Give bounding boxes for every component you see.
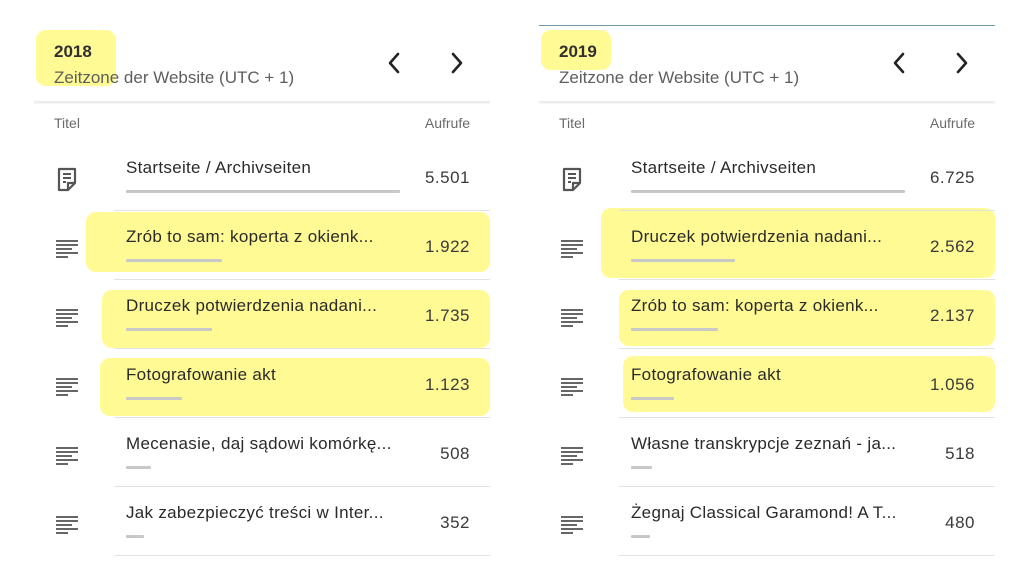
item-title: Jak zabezpieczyć treści w Inter... [126, 503, 384, 522]
item-title: Fotografowanie akt [126, 365, 276, 384]
year-label: 2018 [54, 42, 92, 61]
post-icon [559, 235, 585, 261]
chevron-right-icon [451, 52, 463, 74]
column-header-title: Titel [559, 115, 585, 131]
list-item[interactable]: Startseite / Archivseiten 5.501 [34, 142, 490, 211]
page-icon [54, 166, 80, 192]
list-item[interactable]: Zrób to sam: koperta z okienk... 2.137 [539, 280, 995, 349]
item-title: Druczek potwierdzenia nadani... [126, 296, 378, 315]
list-item[interactable]: Mecenasie, daj sądowi komórkę... 508 [34, 418, 490, 487]
post-icon [559, 511, 585, 537]
list-item[interactable]: Fotografowanie akt 1.123 [34, 349, 490, 418]
item-views: 508 [440, 444, 470, 463]
next-year-button[interactable] [947, 48, 977, 78]
item-views: 1.123 [424, 375, 470, 394]
list-item[interactable]: Startseite / Archivseiten 6.725 [539, 142, 995, 211]
column-header-views: Aufrufe [424, 115, 470, 131]
list-item[interactable]: Żegnaj Classical Garamond! A T... 480 [539, 487, 995, 556]
views-bar [126, 259, 222, 262]
views-bar [631, 466, 652, 469]
item-title: Startseite / Archivseiten [631, 158, 817, 177]
item-title: Własne transkrypcje zeznań - ja... [631, 434, 897, 453]
item-views: 5.501 [424, 168, 470, 187]
item-views: 518 [945, 444, 975, 463]
item-title: Fotografowanie akt [631, 365, 781, 384]
views-bar [631, 535, 650, 538]
list-item[interactable]: Fotografowanie akt 1.056 [539, 349, 995, 418]
post-icon [54, 511, 80, 537]
stats-panel-2018: 2018 Zeitzone der Website (UTC + 1) Tite… [34, 0, 490, 586]
stats-list: Startseite / Archivseiten 5.501 Zrób to sa… [34, 142, 490, 556]
item-title: Druczek potwierdzenia nadani... [631, 227, 883, 246]
post-icon [54, 373, 80, 399]
item-title: Zrób to sam: koperta z okienk... [126, 227, 374, 246]
item-views: 1.735 [424, 306, 470, 325]
item-views: 1.922 [424, 237, 470, 256]
item-views: 2.562 [929, 237, 975, 256]
post-icon [54, 304, 80, 330]
views-bar [631, 190, 905, 193]
page-icon [559, 166, 585, 192]
stats-list: Startseite / Archivseiten 6.725 Druczek po… [539, 142, 995, 556]
item-title: Mecenasie, daj sądowi komórkę... [126, 434, 392, 453]
views-bar [126, 397, 182, 400]
next-year-button[interactable] [442, 48, 472, 78]
header-divider [34, 101, 490, 104]
item-views: 2.137 [929, 306, 975, 325]
views-bar [631, 328, 718, 331]
row-divider [619, 555, 995, 556]
list-item[interactable]: Druczek potwierdzenia nadani... 1.735 [34, 280, 490, 349]
year-label: 2019 [559, 42, 597, 61]
post-icon [559, 442, 585, 468]
post-icon [54, 235, 80, 261]
chevron-left-icon [388, 52, 400, 74]
post-icon [559, 373, 585, 399]
views-bar [126, 328, 212, 331]
views-bar [126, 466, 151, 469]
views-bar [631, 259, 735, 262]
item-views: 352 [440, 513, 470, 532]
item-title: Zrób to sam: koperta z okienk... [631, 296, 879, 315]
stats-panel-2019: 2019 Zeitzone der Website (UTC + 1) Tite… [539, 0, 995, 586]
list-item[interactable]: Własne transkrypcje zeznań - ja... 518 [539, 418, 995, 487]
list-item[interactable]: Zrób to sam: koperta z okienk... 1.922 [34, 211, 490, 280]
list-item[interactable]: Jak zabezpieczyć treści w Inter... 352 [34, 487, 490, 556]
views-bar [126, 190, 400, 193]
item-title: Startseite / Archivseiten [126, 158, 312, 177]
views-bar [631, 397, 674, 400]
item-views: 1.056 [929, 375, 975, 394]
top-border [539, 25, 995, 26]
timezone-label: Zeitzone der Website (UTC + 1) [54, 68, 295, 87]
previous-year-button[interactable] [379, 48, 409, 78]
column-header-views: Aufrufe [929, 115, 975, 131]
list-item[interactable]: Druczek potwierdzenia nadani... 2.562 [539, 211, 995, 280]
item-views: 6.725 [929, 168, 975, 187]
post-icon [54, 442, 80, 468]
item-views: 480 [945, 513, 975, 532]
timezone-label: Zeitzone der Website (UTC + 1) [559, 68, 800, 87]
column-header-title: Titel [54, 115, 80, 131]
chevron-right-icon [956, 52, 968, 74]
row-divider [114, 555, 490, 556]
chevron-left-icon [893, 52, 905, 74]
item-title: Żegnaj Classical Garamond! A T... [631, 503, 897, 522]
post-icon [559, 304, 585, 330]
previous-year-button[interactable] [884, 48, 914, 78]
views-bar [126, 535, 144, 538]
header-divider [539, 101, 995, 104]
